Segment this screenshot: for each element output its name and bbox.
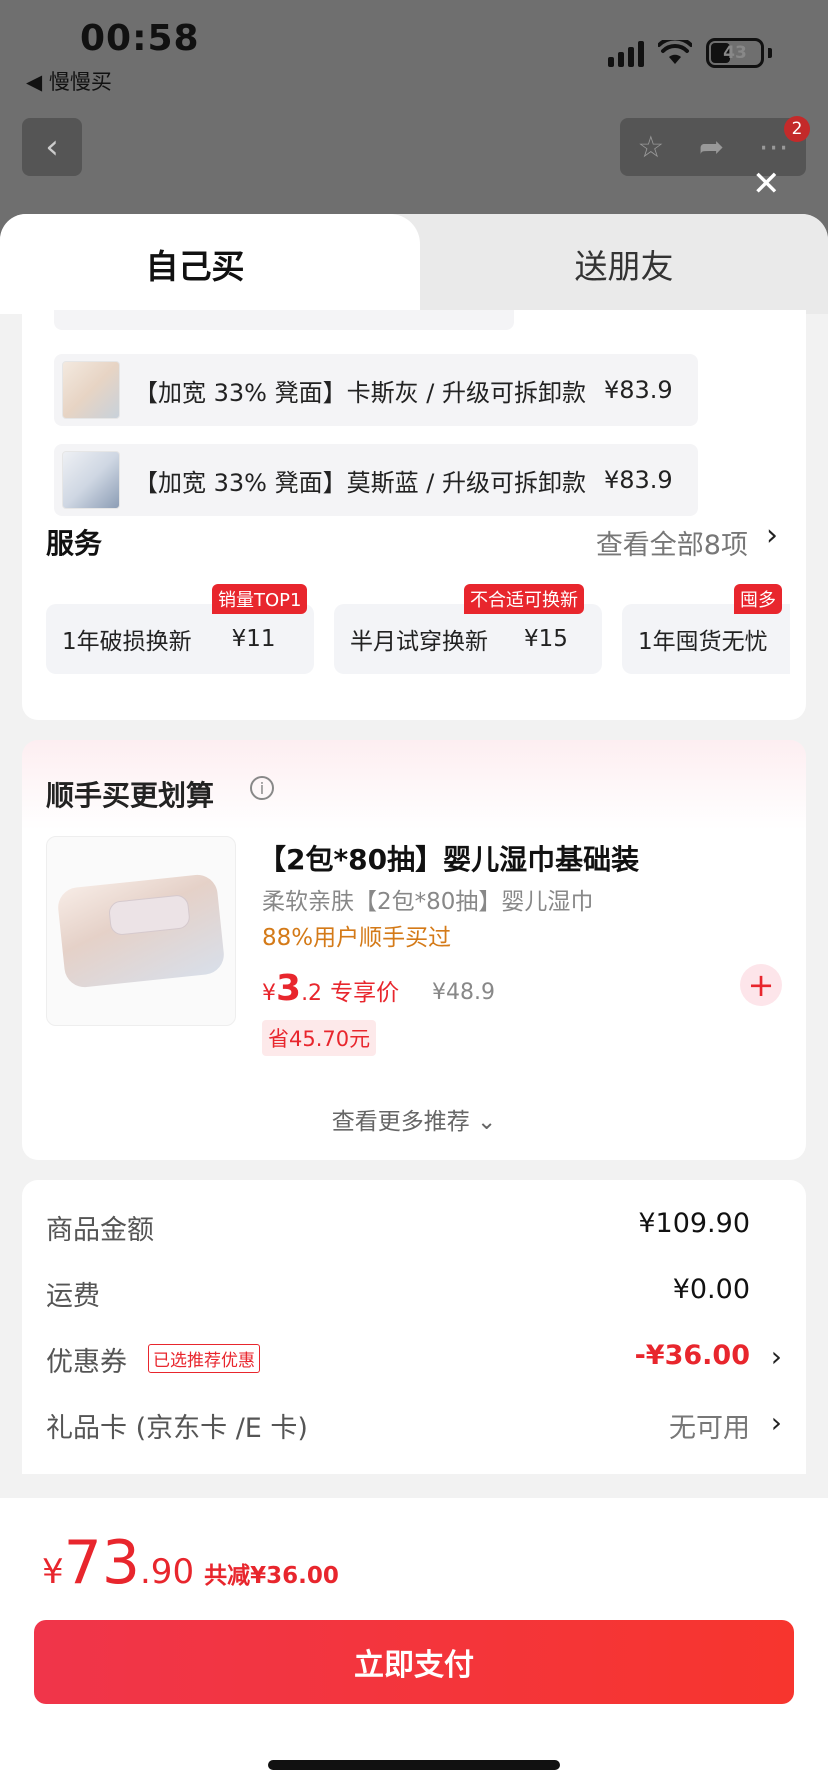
giftcard-label: 礼品卡 (京东卡 /E 卡): [46, 1413, 308, 1444]
cellular-signal-icon: [608, 39, 644, 67]
checkout-sheet: 自己买 送朋友 【加宽 33% 凳面】卡斯灰 / 升级可拆卸款 ¥83.9 【加…: [0, 214, 828, 1792]
share-icon[interactable]: ➦: [699, 130, 724, 165]
wipes-package: [56, 872, 226, 990]
services-view-all[interactable]: 查看全部8项: [596, 523, 748, 562]
service-name: 1年破损换新: [62, 629, 192, 655]
giftcard-value: 无可用: [669, 1413, 750, 1444]
goods-amount-label: 商品金额: [46, 1215, 154, 1246]
coupon-row[interactable]: 优惠券 已选推荐优惠 -¥36.00 ›: [46, 1340, 786, 1380]
chevron-right-icon: ›: [770, 1340, 782, 1373]
close-icon[interactable]: ✕: [752, 164, 781, 204]
variant-thumbnail: [62, 451, 120, 509]
variant-option[interactable]: 【加宽 33% 凳面】莫斯蓝 / 升级可拆卸款 ¥83.9: [54, 444, 698, 516]
back-to-app-link[interactable]: ◀ 慢慢买: [26, 66, 112, 96]
goods-amount-row: 商品金额 ¥109.90: [46, 1208, 786, 1248]
price-summary-card: 商品金额 ¥109.90 运费 ¥0.00 优惠券 已选推荐优惠 -¥36.00…: [22, 1180, 806, 1474]
service-price: ¥15: [524, 626, 568, 652]
goods-amount-value: ¥109.90: [638, 1208, 750, 1239]
total-decimal: .90: [140, 1552, 195, 1592]
coupon-label: 优惠券: [46, 1347, 127, 1378]
status-icons: 43: [608, 38, 772, 68]
total-integer: 73: [63, 1528, 140, 1598]
addon-product-image[interactable]: [46, 836, 236, 1026]
service-option[interactable]: 半月试穿换新 ¥15: [334, 604, 602, 674]
variants-services-card: 【加宽 33% 凳面】卡斯灰 / 升级可拆卸款 ¥83.9 【加宽 33% 凳面…: [22, 310, 806, 720]
coupon-value: -¥36.00: [634, 1340, 750, 1371]
variant-price: ¥83.9: [603, 376, 673, 404]
addon-original-price: ¥48.9: [432, 980, 495, 1005]
addon-title: 顺手买更划算: [46, 779, 215, 812]
shipping-label: 运费: [46, 1281, 100, 1312]
variant-option[interactable]: 【加宽 33% 凳面】卡斯灰 / 升级可拆卸款 ¥83.9: [54, 354, 698, 426]
service-tag: 销量TOP1: [212, 584, 308, 614]
wifi-icon: [658, 40, 692, 64]
chevron-left-icon: ‹: [45, 127, 59, 167]
services-title: 服务: [46, 527, 103, 560]
tab-gift-friend[interactable]: 送朋友: [420, 214, 828, 314]
more-recommendations-link[interactable]: 查看更多推荐 ⌄: [22, 1102, 806, 1136]
add-to-order-button[interactable]: +: [740, 964, 782, 1006]
variant-label: 【加宽 33% 凳面】卡斯灰 / 升级可拆卸款: [134, 378, 586, 407]
chevron-right-icon[interactable]: ›: [766, 518, 778, 553]
home-indicator[interactable]: [268, 1760, 560, 1770]
variant-price: ¥83.9: [603, 466, 673, 494]
service-option[interactable]: 1年破损换新 ¥11: [46, 604, 314, 674]
coupon-selected-tag: 已选推荐优惠: [148, 1344, 260, 1373]
battery-level: 43: [723, 43, 747, 63]
service-option[interactable]: 1年囤货无忧: [622, 604, 790, 674]
variant-thumbnail: [62, 361, 120, 419]
service-tag: 囤多: [734, 584, 782, 614]
total-currency: ¥: [42, 1552, 64, 1592]
addon-price: ¥ 3 .2 专享价: [262, 968, 399, 1009]
tab-self-buy[interactable]: 自己买: [0, 214, 420, 314]
addon-product-subtitle: 柔软亲肤【2包*80抽】婴儿湿巾: [262, 889, 594, 915]
price-integer: 3: [276, 968, 302, 1009]
services-row: 1年破损换新 ¥11 销量TOP1 半月试穿换新 ¥15 不合适可换新 1年囤货…: [46, 584, 790, 674]
info-icon[interactable]: i: [250, 776, 274, 800]
star-icon[interactable]: ☆: [637, 130, 664, 165]
variant-option-partial[interactable]: [54, 310, 514, 330]
variant-label: 【加宽 33% 凳面】莫斯蓝 / 升级可拆卸款: [134, 468, 586, 497]
pay-bar: ¥ 73 .90 共减¥36.00 立即支付: [0, 1498, 828, 1792]
total-reduction: 共减¥36.00: [204, 1563, 339, 1589]
addon-user-percentage: 88%用户顺手买过: [262, 925, 452, 951]
giftcard-row[interactable]: 礼品卡 (京东卡 /E 卡) 无可用 ›: [46, 1406, 786, 1446]
back-button[interactable]: ‹: [22, 118, 82, 176]
battery-icon: 43: [706, 38, 764, 68]
service-name: 半月试穿换新: [350, 629, 488, 655]
chevron-right-icon: ›: [770, 1406, 782, 1439]
shipping-value: ¥0.00: [672, 1274, 750, 1305]
shipping-row: 运费 ¥0.00: [46, 1274, 786, 1314]
price-decimal: .2: [301, 981, 323, 1006]
service-name: 1年囤货无忧: [638, 629, 768, 655]
purchase-tabs: 自己买 送朋友: [0, 214, 828, 314]
service-price: ¥11: [231, 626, 276, 652]
addon-card: 顺手买更划算 i 【2包*80抽】婴儿湿巾基础装 柔软亲肤【2包*80抽】婴儿湿…: [22, 740, 806, 1160]
status-time: 00:58: [80, 18, 200, 59]
price-currency: ¥: [262, 981, 276, 1006]
message-badge: 2: [784, 116, 810, 142]
pay-now-button[interactable]: 立即支付: [34, 1620, 794, 1704]
service-clip: 1年囤货无忧 囤多: [622, 584, 790, 674]
savings-badge: 省45.70元: [262, 1020, 377, 1056]
price-label: 专享价: [330, 980, 400, 1006]
service-tag: 不合适可换新: [464, 584, 584, 614]
total-price: ¥ 73 .90 共减¥36.00: [42, 1528, 339, 1598]
more-icon[interactable]: ⋯: [759, 130, 789, 165]
addon-product-name[interactable]: 【2包*80抽】婴儿湿巾基础装: [258, 838, 639, 878]
